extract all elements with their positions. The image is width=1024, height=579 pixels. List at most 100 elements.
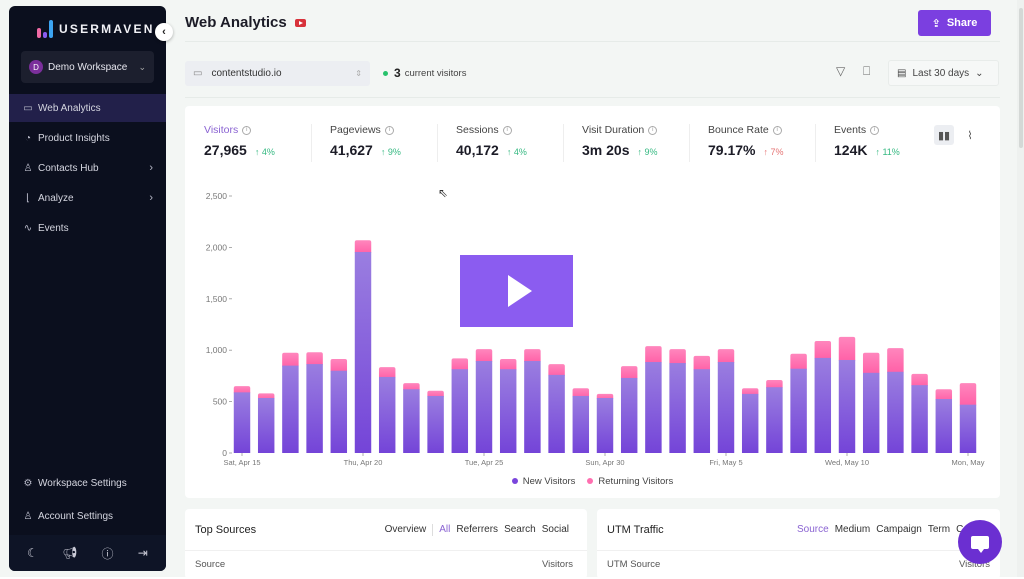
site-selector[interactable]: ▭ contentstudio.io ⇕ — [185, 61, 370, 86]
bar-new-visitors[interactable] — [620, 377, 638, 453]
sidebar-item-contacts-hub[interactable]: ♙ Contacts Hub › — [9, 154, 166, 182]
youtube-icon[interactable] — [294, 18, 306, 27]
bar-new-visitors[interactable] — [693, 369, 711, 453]
megaphone-icon[interactable]: 📢︎ — [62, 546, 77, 560]
workspace-selector[interactable]: D Demo Workspace ⌄ — [21, 51, 154, 83]
bar-returning-visitors[interactable] — [959, 383, 977, 407]
column-header-visitors[interactable]: Visitors — [542, 559, 573, 570]
metric-events[interactable]: Events i 124K ↑ 11% — [834, 124, 900, 158]
tab-term[interactable]: Term — [928, 524, 950, 535]
scrollbar-thumb[interactable] — [1019, 8, 1023, 148]
bar-new-visitors[interactable] — [330, 370, 348, 453]
metric-visit-duration[interactable]: Visit Duration i 3m 20s ↑ 9% — [582, 124, 658, 158]
bar-new-visitors[interactable] — [548, 374, 565, 453]
line-chart-toggle[interactable]: ⌇ — [960, 125, 980, 145]
bar-new-visitors[interactable] — [499, 369, 517, 453]
legend-item-returning-visitors[interactable]: Returning Visitors — [587, 476, 673, 487]
bar-new-visitors[interactable] — [572, 395, 590, 453]
bar-new-visitors[interactable] — [524, 360, 541, 453]
logout-icon[interactable]: ⇥ — [138, 546, 148, 560]
tab-source[interactable]: Source — [797, 524, 829, 535]
bar-new-visitors[interactable] — [257, 398, 275, 453]
bar-new-visitors[interactable] — [935, 399, 953, 453]
bar-returning-visitors[interactable] — [887, 348, 904, 374]
bar-new-visitors[interactable] — [306, 364, 323, 453]
logo-text: USERMAVEN. — [59, 22, 161, 36]
share-button[interactable]: ⇪ Share — [918, 10, 991, 36]
metric-visitors[interactable]: Visitors i 27,965 ↑ 4% — [204, 124, 275, 158]
bar-new-visitors[interactable] — [427, 395, 444, 453]
filter-icon[interactable]: ▽ — [836, 64, 845, 78]
tab-social[interactable]: Social — [542, 524, 569, 536]
legend-item-new-visitors[interactable]: New Visitors — [511, 476, 575, 487]
tab-all[interactable]: All — [439, 524, 450, 536]
bar-new-visitors[interactable] — [887, 371, 904, 453]
bar-returning-visitors[interactable] — [645, 346, 662, 365]
bar-new-visitors[interactable] — [669, 363, 686, 453]
chevron-left-icon: ‹ — [162, 26, 166, 38]
bar-new-visitors[interactable] — [959, 404, 977, 453]
bar-new-visitors[interactable] — [790, 368, 807, 453]
sidebar-item-product-insights[interactable]: ◔ Product Insights — [9, 124, 166, 152]
bar-new-visitors[interactable] — [596, 398, 614, 453]
bar-returning-visitors[interactable] — [524, 349, 541, 363]
bar-returning-visitors[interactable] — [790, 353, 807, 371]
bar-returning-visitors[interactable] — [306, 352, 323, 367]
bookmark-icon[interactable]: ⎕ — [863, 64, 870, 79]
chat-button[interactable] — [958, 520, 1002, 564]
date-range-selector[interactable]: ▤ Last 30 days ⌄ — [888, 60, 999, 86]
help-icon[interactable]: ⓘ — [102, 545, 114, 562]
bar-returning-visitors[interactable] — [669, 349, 686, 366]
bar-new-visitors[interactable] — [475, 360, 493, 453]
bar-new-visitors[interactable] — [403, 389, 420, 453]
bar-chart-toggle[interactable]: ▮▮ — [934, 125, 954, 145]
utm-tabs: Source Medium Campaign Term Co — [797, 524, 969, 535]
bar-new-visitors[interactable] — [766, 387, 783, 453]
bar-new-visitors[interactable] — [451, 369, 469, 453]
sidebar-item-web-analytics[interactable]: ▭ Web Analytics — [9, 94, 166, 122]
bar-returning-visitors[interactable] — [693, 355, 711, 372]
metric-sessions[interactable]: Sessions i 40,172 ↑ 4% — [456, 124, 527, 158]
column-header-source[interactable]: Source — [195, 559, 225, 570]
column-header-utm-source[interactable]: UTM Source — [607, 559, 660, 570]
moon-icon[interactable]: ☾ — [27, 546, 38, 560]
bar-returning-visitors[interactable] — [717, 349, 735, 365]
bar-new-visitors[interactable] — [717, 362, 735, 453]
bar-returning-visitors[interactable] — [620, 366, 638, 380]
video-play-button[interactable] — [460, 255, 573, 327]
bar-new-visitors[interactable] — [233, 392, 251, 453]
bar-returning-visitors[interactable] — [330, 358, 348, 373]
bar-returning-visitors[interactable] — [814, 340, 832, 360]
bar-new-visitors[interactable] — [741, 393, 759, 453]
tab-overview[interactable]: Overview — [385, 524, 427, 536]
tab-medium[interactable]: Medium — [835, 524, 871, 535]
bar-returning-visitors[interactable] — [282, 352, 299, 368]
metric-value: 79.17% — [708, 142, 756, 158]
bar-new-visitors[interactable] — [838, 359, 856, 453]
bar-returning-visitors[interactable] — [838, 336, 856, 362]
chat-icon — [971, 535, 989, 553]
sidebar-item-account-settings[interactable]: ♙ Account Settings — [9, 502, 166, 530]
sidebar-item-events[interactable]: ∿ Events — [9, 214, 166, 242]
tab-referrers[interactable]: Referrers — [456, 524, 498, 536]
sidebar-item-workspace-settings[interactable]: ⚙ Workspace Settings — [9, 469, 166, 497]
x-tick-label: Fri, May 5 — [709, 458, 742, 467]
bar-new-visitors[interactable] — [378, 376, 396, 453]
site-name: contentstudio.io — [211, 68, 282, 79]
bar-new-visitors[interactable] — [911, 385, 928, 453]
sidebar-item-analyze[interactable]: ⌊ Analyze › — [9, 184, 166, 212]
bar-returning-visitors[interactable] — [475, 349, 493, 363]
bar-new-visitors[interactable] — [282, 365, 299, 453]
tab-search[interactable]: Search — [504, 524, 536, 536]
date-range-label: Last 30 days — [912, 67, 970, 79]
metric-pageviews[interactable]: Pageviews i 41,627 ↑ 9% — [330, 124, 401, 158]
bar-new-visitors[interactable] — [862, 372, 880, 453]
sidebar-collapse-button[interactable]: ‹ — [155, 23, 173, 41]
tab-campaign[interactable]: Campaign — [876, 524, 922, 535]
bar-new-visitors[interactable] — [354, 252, 372, 453]
bar-new-visitors[interactable] — [645, 362, 662, 453]
metric-bounce-rate[interactable]: Bounce Rate i 79.17% ↑ 7% — [708, 124, 784, 158]
bar-new-visitors[interactable] — [814, 357, 832, 453]
bar-returning-visitors[interactable] — [354, 240, 372, 255]
bar-returning-visitors[interactable] — [862, 352, 880, 375]
